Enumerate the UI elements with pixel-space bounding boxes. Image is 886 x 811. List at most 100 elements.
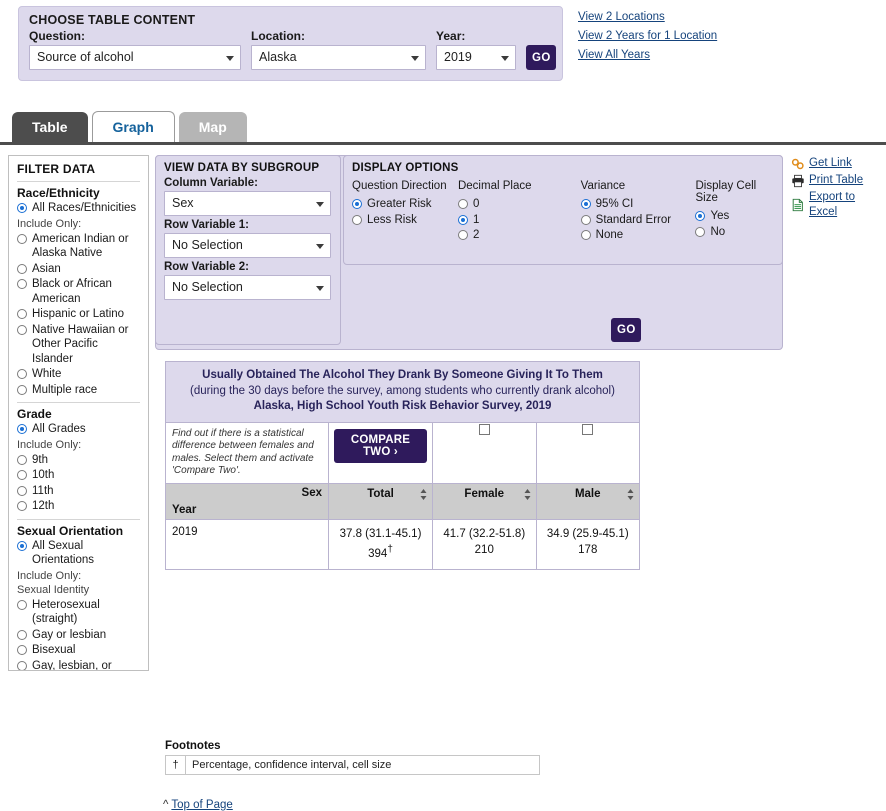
action-print-table[interactable]: Print Table (791, 173, 886, 188)
radio-gay-lesbian-or-bisexual[interactable]: Gay, lesbian, or bisexual (17, 659, 140, 672)
radio-greater-risk[interactable]: Greater Risk (352, 197, 458, 212)
footnotes-heading: Footnotes (165, 740, 540, 752)
group-title-race-ethnicity: Race/Ethnicity (17, 186, 140, 200)
header-col-female-label: Female (464, 488, 504, 500)
sort-icon[interactable] (627, 489, 634, 500)
column-variable-select[interactable]: Sex (164, 191, 331, 216)
radio-multiple-race[interactable]: Multiple race (17, 383, 140, 398)
location-select[interactable]: Alaska (251, 45, 426, 70)
filter-data-sidebar: FILTER DATA Race/Ethnicity All Races/Eth… (8, 155, 149, 671)
radio-variance-none[interactable]: None (581, 228, 696, 243)
radio-label: Multiple race (32, 383, 97, 398)
tab-graph[interactable]: Graph (92, 111, 175, 143)
cell-total-value: 37.8 (31.1-45.1) (335, 526, 426, 542)
row-variable-2-select[interactable]: No Selection (164, 275, 331, 300)
radio-label: 12th (32, 499, 54, 514)
radio-cellsize-yes[interactable]: Yes (695, 209, 774, 224)
header-col-male[interactable]: Male (536, 483, 640, 519)
radio-label: Bisexual (32, 643, 75, 658)
link-view-2-years-for-1-location[interactable]: View 2 Years for 1 Location (578, 27, 717, 46)
radio-icon (458, 199, 468, 209)
radio-grade-9[interactable]: 9th (17, 453, 140, 468)
top-of-page-link[interactable]: Top of Page (171, 799, 232, 811)
subhead-sexual-identity: Sexual Identity (17, 584, 140, 596)
chevron-down-icon (316, 286, 324, 291)
checkbox-female[interactable] (479, 424, 490, 435)
action-get-link[interactable]: Get Link (791, 156, 886, 171)
radio-icon (581, 230, 591, 240)
header-col-total[interactable]: Total (329, 483, 433, 519)
radio-label: Yes (710, 209, 729, 224)
radio-asian[interactable]: Asian (17, 262, 140, 277)
header-year-label: Year (172, 504, 196, 516)
radio-icon (17, 600, 27, 610)
action-export-to-excel[interactable]: Export to Excel (791, 190, 886, 220)
radio-less-risk[interactable]: Less Risk (352, 213, 458, 228)
year-select[interactable]: 2019 (436, 45, 516, 70)
radio-native-hawaiian-pacific-islander[interactable]: Native Hawaiian or Other Pacific Islande… (17, 323, 140, 367)
question-select[interactable]: Source of alcohol (29, 45, 241, 70)
divider (17, 402, 140, 403)
table-title-line3: Alaska, High School Youth Risk Behavior … (178, 399, 627, 415)
radio-all-races[interactable]: All Races/Ethnicities (17, 201, 140, 216)
display-options-columns: Question Direction Greater Risk Less Ris… (352, 180, 774, 244)
link-view-all-years[interactable]: View All Years (578, 46, 717, 65)
radio-decimal-1[interactable]: 1 (458, 213, 581, 228)
row-variable-1-value: No Selection (172, 238, 243, 252)
radio-all-grades[interactable]: All Grades (17, 422, 140, 437)
checkbox-male[interactable] (582, 424, 593, 435)
radio-decimal-0[interactable]: 0 (458, 197, 581, 212)
radio-label: 9th (32, 453, 48, 468)
radio-label: Gay or lesbian (32, 628, 106, 643)
compare-checkbox-cell-female[interactable] (433, 422, 537, 483)
year-select-value: 2019 (444, 50, 472, 64)
radio-grade-12[interactable]: 12th (17, 499, 140, 514)
radio-grade-10[interactable]: 10th (17, 468, 140, 483)
go-button-top[interactable]: GO (526, 45, 556, 70)
radio-gay-or-lesbian[interactable]: Gay or lesbian (17, 628, 140, 643)
radio-white[interactable]: White (17, 367, 140, 382)
export-to-excel-label[interactable]: Export to Excel (809, 190, 886, 220)
radio-black-african-american[interactable]: Black or African American (17, 277, 140, 306)
filter-data-title: FILTER DATA (17, 162, 140, 176)
link-view-2-locations[interactable]: View 2 Locations (578, 8, 717, 27)
go-button-main[interactable]: GO (611, 318, 641, 342)
radio-label: 0 (473, 197, 479, 212)
radio-variance-standard-error[interactable]: Standard Error (581, 213, 696, 228)
radio-bisexual[interactable]: Bisexual (17, 643, 140, 658)
divider (17, 519, 140, 520)
radio-heterosexual[interactable]: Heterosexual (straight) (17, 598, 140, 627)
tab-table[interactable]: Table (12, 112, 88, 143)
radio-icon (17, 470, 27, 480)
compare-two-button[interactable]: COMPARE TWO › (334, 429, 427, 463)
compare-checkbox-cell-male[interactable] (536, 422, 640, 483)
row-variable-1-select[interactable]: No Selection (164, 233, 331, 258)
table-header-row: Sex Year Total Female (166, 483, 640, 519)
radio-american-indian-alaska-native[interactable]: American Indian or Alaska Native (17, 232, 140, 261)
sort-icon[interactable] (524, 489, 531, 500)
compare-button-cell: COMPARE TWO › (329, 422, 433, 483)
radio-cellsize-no[interactable]: No (695, 225, 774, 240)
radio-icon (17, 279, 27, 289)
decimal-place-head: Decimal Place (458, 180, 581, 192)
footnotes-block: Footnotes † Percentage, confidence inter… (165, 740, 540, 775)
print-table-label[interactable]: Print Table (809, 173, 863, 188)
radio-icon (17, 661, 27, 671)
radio-grade-11[interactable]: 11th (17, 484, 140, 499)
radio-variance-95ci[interactable]: 95% CI (581, 197, 696, 212)
sort-icon[interactable] (420, 489, 427, 500)
radio-hispanic-latino[interactable]: Hispanic or Latino (17, 307, 140, 322)
radio-decimal-2[interactable]: 2 (458, 228, 581, 243)
radio-label: All Sexual Orientations (32, 539, 140, 568)
tab-map[interactable]: Map (179, 112, 247, 143)
radio-icon (17, 385, 27, 395)
header-col-female[interactable]: Female (433, 483, 537, 519)
compare-instructions: Find out if there is a statistical diffe… (166, 422, 329, 483)
page-header-area: CHOOSE TABLE CONTENT Question: Source of… (0, 0, 886, 102)
view-data-by-subgroup-panel: VIEW DATA BY SUBGROUP Column Variable: S… (155, 155, 341, 345)
radio-icon (17, 501, 27, 511)
radio-icon (352, 215, 362, 225)
radio-all-sexual-orientations[interactable]: All Sexual Orientations (17, 539, 140, 568)
display-options-panel: DISPLAY OPTIONS Question Direction Great… (343, 155, 783, 265)
get-link-label[interactable]: Get Link (809, 156, 852, 171)
